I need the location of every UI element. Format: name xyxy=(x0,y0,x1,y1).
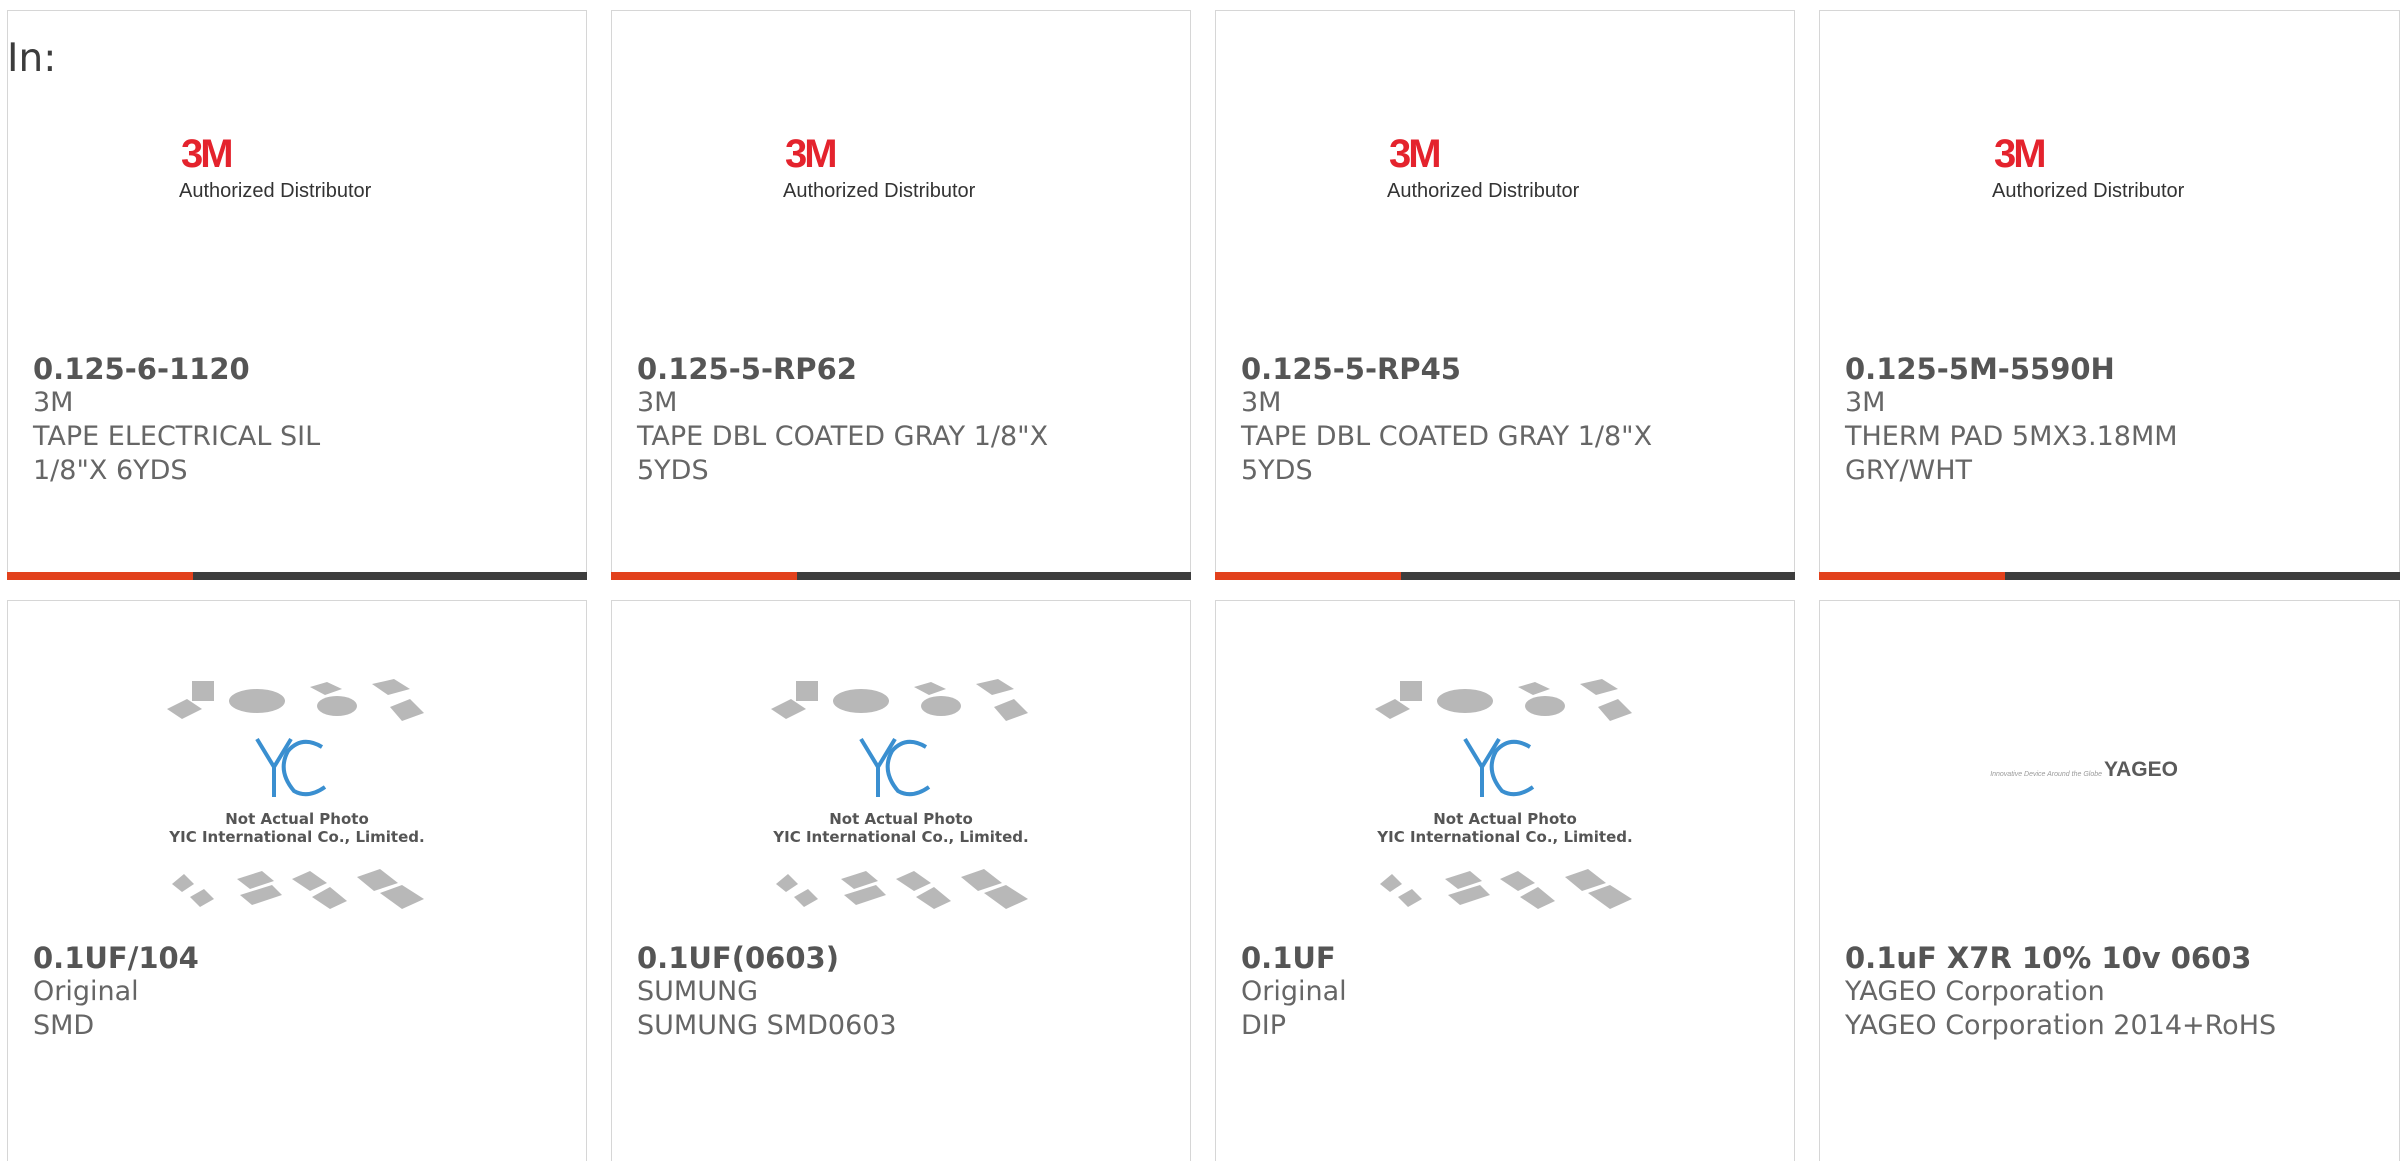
accent-bar xyxy=(7,572,193,580)
product-info: 0.125-5M-5590H 3M THERM PAD 5MX3.18MM GR… xyxy=(1845,352,2389,488)
brand: Original xyxy=(1241,976,1347,1007)
3m-logo-image: 3M Authorized Distributor xyxy=(1820,129,2399,249)
part-number[interactable]: 0.1UF/104 xyxy=(33,941,576,975)
product-card[interactable]: 3M Authorized Distributor 0.125-6-1120 3… xyxy=(7,10,587,580)
description: DIP xyxy=(1241,1010,1287,1041)
card-footer-bar xyxy=(7,572,587,580)
brand: Original xyxy=(33,976,139,1007)
accent-bar xyxy=(611,572,797,580)
product-info: 0.125-6-1120 3M TAPE ELECTRICAL SIL 1/8"… xyxy=(33,352,576,488)
svg-text:3M: 3M xyxy=(1994,132,2044,176)
product-card[interactable]: Not Actual Photo YIC International Co., … xyxy=(1215,600,1795,1161)
svg-text:3M: 3M xyxy=(785,132,835,176)
product-card[interactable]: 3M Authorized Distributor 0.125-5M-5590H… xyxy=(1819,10,2400,580)
card-footer-bar xyxy=(1819,572,2400,580)
photo-caption-2: YIC International Co., Limited. xyxy=(772,828,1028,846)
part-number[interactable]: 0.1uF X7R 10% 10v 0603 xyxy=(1845,941,2389,975)
yic-placeholder-image: Not Actual Photo YIC International Co., … xyxy=(1216,679,1794,909)
brand: 3M xyxy=(637,387,678,418)
logo-text: Authorized Distributor xyxy=(1387,180,1580,199)
yageo-tagline: Innovative Device Around the Globe xyxy=(1990,771,2102,778)
part-number[interactable]: 0.125-5-RP45 xyxy=(1241,352,1784,386)
part-number[interactable]: 0.1UF(0603) xyxy=(637,941,1180,975)
product-info: 0.125-5-RP62 3M TAPE DBL COATED GRAY 1/8… xyxy=(637,352,1180,488)
product-info: 0.1uF X7R 10% 10v 0603 YAGEO Corporation… xyxy=(1845,941,2389,1043)
yageo-logo-image: Innovative Device Around the Globe YAGEO xyxy=(1820,679,2399,879)
svg-text:3M: 3M xyxy=(1389,132,1439,176)
brand: 3M xyxy=(33,387,74,418)
product-card[interactable]: 3M Authorized Distributor 0.125-5-RP62 3… xyxy=(611,10,1191,580)
logo-text: Authorized Distributor xyxy=(179,180,372,199)
brand: SUMUNG xyxy=(637,976,759,1007)
brand: YAGEO Corporation xyxy=(1845,976,2105,1007)
product-card[interactable]: Not Actual Photo YIC International Co., … xyxy=(611,600,1191,1161)
part-number[interactable]: 0.125-5M-5590H xyxy=(1845,352,2389,386)
photo-caption-1: Not Actual Photo xyxy=(1433,810,1577,828)
description: TAPE DBL COATED GRAY 1/8"X 5YDS xyxy=(637,421,1049,486)
product-info: 0.125-5-RP45 3M TAPE DBL COATED GRAY 1/8… xyxy=(1241,352,1784,488)
yic-placeholder-image: Not Actual Photo YIC International Co., … xyxy=(8,679,586,909)
description: TAPE ELECTRICAL SIL 1/8"X 6YDS xyxy=(33,421,321,486)
card-footer-bar xyxy=(611,572,1191,580)
accent-bar xyxy=(1215,572,1401,580)
search-prefix-label: In: xyxy=(7,36,57,81)
description: TAPE DBL COATED GRAY 1/8"X 5YDS xyxy=(1241,421,1653,486)
3m-logo-image: 3M Authorized Distributor xyxy=(8,129,586,249)
svg-text:3M: 3M xyxy=(181,132,231,176)
description: SUMUNG SMD0603 xyxy=(637,1010,897,1041)
product-info: 0.1UF(0603) SUMUNG SUMUNG SMD0603 xyxy=(637,941,1180,1043)
photo-caption-2: YIC International Co., Limited. xyxy=(168,828,424,846)
product-info: 0.1UF/104 Original SMD xyxy=(33,941,576,1043)
product-card[interactable]: Not Actual Photo YIC International Co., … xyxy=(7,600,587,1161)
part-number[interactable]: 0.125-5-RP62 xyxy=(637,352,1180,386)
description: YAGEO Corporation 2014+RoHS xyxy=(1845,1010,2277,1041)
description: THERM PAD 5MX3.18MM GRY/WHT xyxy=(1845,421,2178,486)
photo-caption-1: Not Actual Photo xyxy=(225,810,369,828)
product-card[interactable]: 3M Authorized Distributor 0.125-5-RP45 3… xyxy=(1215,10,1795,580)
3m-logo-image: 3M Authorized Distributor xyxy=(612,129,1190,249)
accent-bar xyxy=(1819,572,2005,580)
product-grid: 3M Authorized Distributor 0.125-6-1120 3… xyxy=(0,0,2400,1161)
product-card[interactable]: Innovative Device Around the Globe YAGEO… xyxy=(1819,600,2400,1161)
yageo-wordmark: YAGEO xyxy=(2104,758,2178,781)
3m-logo-image: 3M Authorized Distributor xyxy=(1216,129,1794,249)
logo-text: Authorized Distributor xyxy=(1992,180,2185,199)
brand: 3M xyxy=(1845,387,1886,418)
product-info: 0.1UF Original DIP xyxy=(1241,941,1784,1043)
photo-caption-1: Not Actual Photo xyxy=(829,810,973,828)
card-footer-bar xyxy=(1215,572,1795,580)
photo-caption-2: YIC International Co., Limited. xyxy=(1376,828,1632,846)
brand: 3M xyxy=(1241,387,1282,418)
yic-placeholder-image: Not Actual Photo YIC International Co., … xyxy=(612,679,1190,909)
logo-text: Authorized Distributor xyxy=(783,180,976,199)
part-number[interactable]: 0.125-6-1120 xyxy=(33,352,576,386)
part-number[interactable]: 0.1UF xyxy=(1241,941,1784,975)
description: SMD xyxy=(33,1010,95,1041)
